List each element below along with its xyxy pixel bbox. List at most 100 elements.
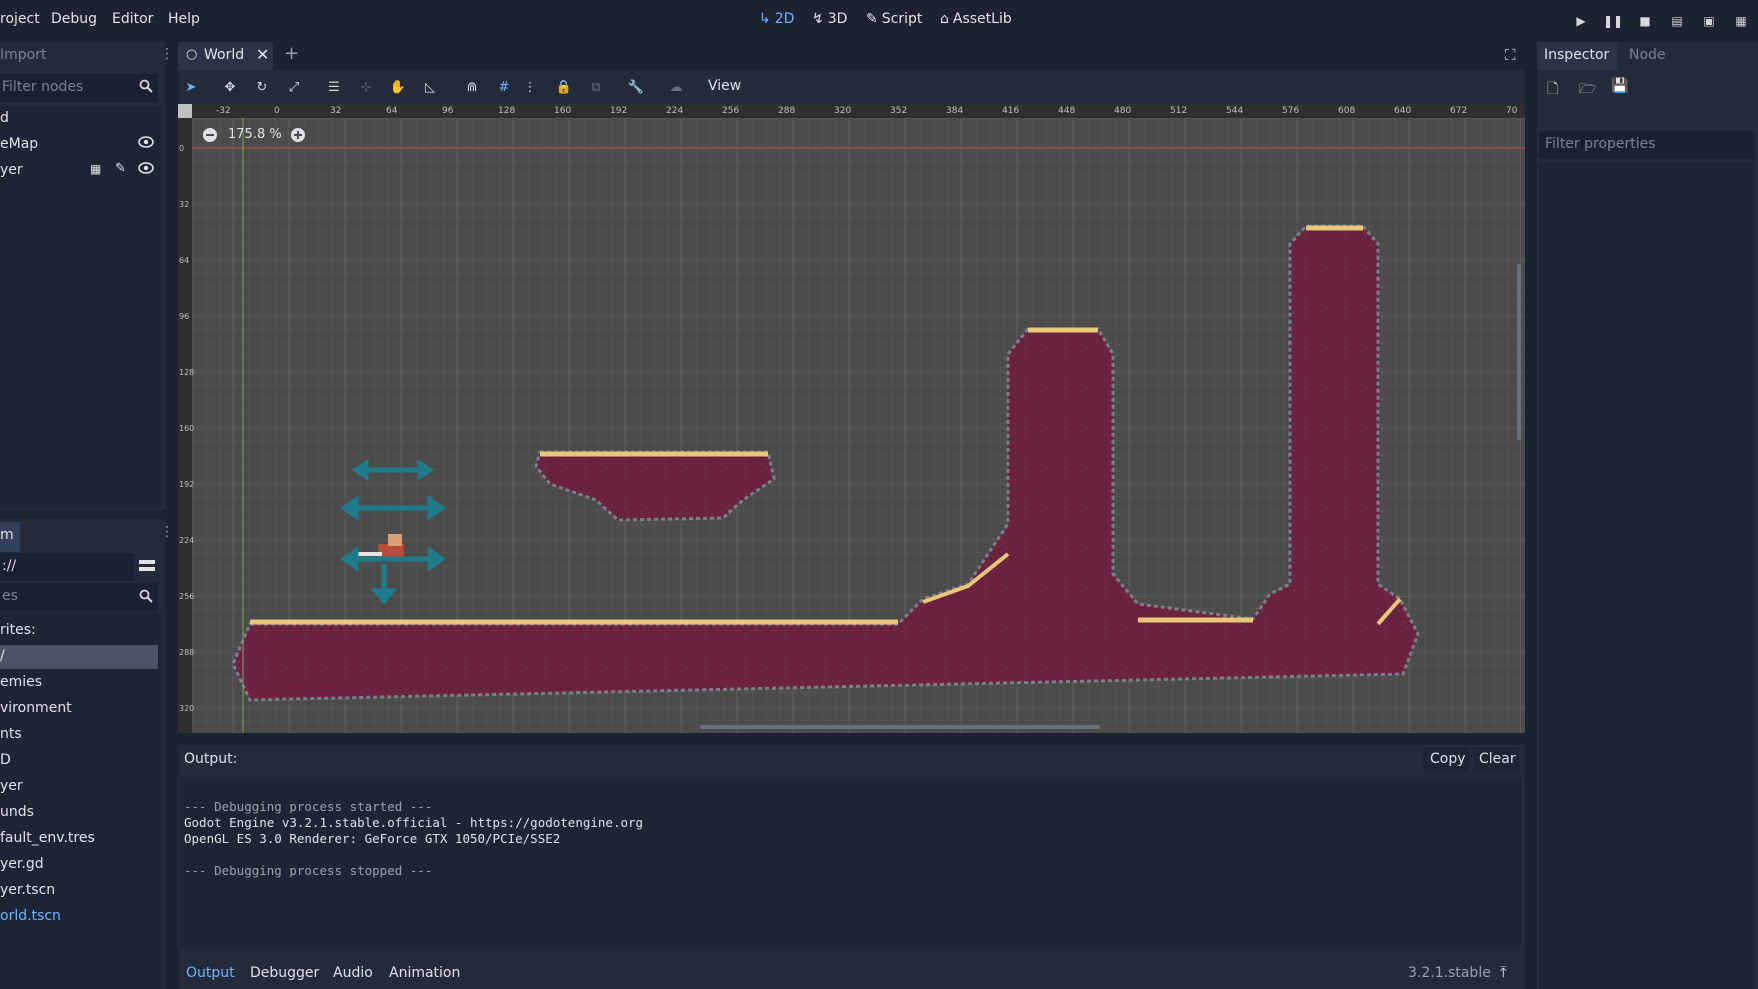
filesystem-tab[interactable]: m — [0, 522, 20, 552]
tab-inspector[interactable]: Inspector — [1537, 42, 1617, 70]
select-tool-icon[interactable]: ➤ — [181, 77, 201, 97]
list-item[interactable]: unds — [0, 804, 34, 820]
skeleton-icon[interactable]: 🔧 — [626, 77, 646, 97]
list-item-active[interactable]: orld.tscn — [0, 908, 61, 924]
play-custom-scene-icon[interactable]: ▦ — [1732, 12, 1750, 30]
list-item[interactable]: yer — [0, 778, 23, 794]
ruler-tick-label: 640 — [1394, 106, 1412, 116]
tab-inspector-label: Inspector — [1544, 47, 1610, 63]
move-tool-icon[interactable]: ✥ — [220, 77, 240, 97]
stop-icon[interactable]: ■ — [1636, 12, 1654, 30]
menu-project[interactable]: roject — [0, 11, 40, 27]
ruler-tick-label: 352 — [890, 106, 908, 116]
distraction-free-icon[interactable]: ⛶ — [1505, 46, 1516, 64]
dock-menu-icon[interactable]: ⋮ — [160, 524, 174, 540]
list-item[interactable]: emies — [0, 674, 42, 690]
menu-debug[interactable]: Debug — [51, 11, 97, 27]
list-select-icon[interactable]: ☰ — [324, 77, 344, 97]
script-attached-icon[interactable]: ✎ — [115, 161, 126, 176]
group-icon[interactable]: ⧉ — [586, 77, 606, 97]
grid-snap-icon[interactable]: # — [494, 77, 514, 97]
menu-help[interactable]: Help — [168, 11, 200, 27]
snap-options-icon[interactable]: ⋮ — [520, 77, 540, 97]
lock-icon[interactable]: 🔒 — [554, 77, 574, 97]
open-folder-icon[interactable]: 🗁 — [1579, 78, 1596, 102]
zoom-out-icon[interactable] — [202, 127, 218, 143]
new-resource-icon[interactable]: 🗋 — [1547, 78, 1558, 102]
save-icon[interactable]: 💾 — [1611, 78, 1628, 94]
mode-3d-label: 3D — [827, 11, 848, 27]
visibility-eye-icon[interactable] — [138, 136, 154, 148]
expand-panel-icon[interactable]: ⤒ — [1500, 963, 1507, 981]
mode-assetlib-button[interactable]: ⌂ AssetLib — [940, 11, 1012, 27]
list-item[interactable]: vironment — [0, 700, 72, 716]
tab-debugger[interactable]: Debugger — [250, 965, 319, 981]
list-item[interactable]: / — [0, 648, 5, 664]
list-item[interactable]: nts — [0, 726, 22, 742]
file-search-input[interactable]: es — [0, 583, 158, 611]
vertical-scrollbar[interactable] — [1517, 264, 1521, 440]
mode-3d-button[interactable]: ↯ 3D — [812, 11, 847, 27]
mode-script-button[interactable]: ✎ Script — [866, 11, 922, 27]
rotate-tool-icon[interactable]: ↻ — [252, 77, 272, 97]
ruler-tick-label: 512 — [1170, 106, 1188, 116]
tab-animation[interactable]: Animation — [389, 965, 460, 981]
pivot-icon[interactable]: ⊹ — [356, 77, 376, 97]
property-list — [1539, 162, 1754, 989]
version-label: 3.2.1.stable — [1408, 965, 1491, 981]
tab-audio[interactable]: Audio — [333, 965, 373, 981]
tab-world[interactable]: ○ World ✕ — [178, 42, 273, 70]
view-menu[interactable]: View — [708, 78, 741, 94]
tab-output[interactable]: Output — [186, 965, 235, 981]
pan-tool-icon[interactable]: ✋ — [388, 77, 408, 97]
path-field[interactable]: :// — [0, 553, 134, 581]
filter-properties-placeholder: Filter properties — [1545, 136, 1656, 152]
zoom-in-icon[interactable] — [290, 127, 306, 143]
tree-item-player[interactable]: yer — [0, 162, 23, 178]
play-scene-icon[interactable]: ▣ — [1700, 12, 1718, 30]
clear-button-label: Clear — [1479, 751, 1516, 767]
snap-toggle-icon[interactable]: ⋒ — [462, 77, 482, 97]
camera-override-icon[interactable]: ☁ — [666, 77, 686, 97]
selected-row-highlight — [0, 645, 158, 669]
ruler-tick-label: 256 — [722, 106, 740, 116]
open-scene-icon[interactable]: ▦ — [90, 162, 101, 176]
mode-2d-button[interactable]: ↳ 2D — [759, 11, 794, 27]
mode-assetlib-label: AssetLib — [952, 11, 1012, 27]
pause-icon[interactable]: ❚❚ — [1603, 12, 1623, 30]
dock-menu-icon[interactable]: ⋮ — [160, 46, 174, 62]
clear-button[interactable]: Clear — [1473, 747, 1519, 773]
log-line: --- Debugging process started --- — [184, 799, 433, 814]
remote-debug-icon[interactable]: ▤ — [1668, 12, 1686, 30]
search-icon — [139, 79, 153, 93]
copy-button[interactable]: Copy — [1423, 747, 1469, 773]
scale-tool-icon[interactable]: ⤢ — [284, 77, 304, 97]
zoom-level[interactable]: 175.8 % — [228, 127, 282, 142]
ruler-tick-label: 192 — [610, 106, 628, 116]
tree-item-world[interactable]: d — [0, 110, 9, 126]
split-mode-icon[interactable] — [138, 558, 156, 574]
list-item[interactable]: D — [0, 752, 11, 768]
canvas-viewport[interactable]: -32 0 32 64 96 128 160 192 224 256 288 3… — [178, 104, 1525, 733]
filter-nodes-input[interactable]: Filter nodes — [0, 74, 158, 102]
tab-node[interactable]: Node — [1629, 47, 1666, 63]
visibility-eye-icon[interactable] — [138, 162, 154, 174]
scene-tabs-bar — [178, 42, 1525, 70]
add-tab-icon[interactable]: + — [284, 43, 299, 64]
ruler-tool-icon[interactable]: ◺ — [420, 77, 440, 97]
tree-item-tilemap[interactable]: eMap — [0, 136, 38, 152]
list-item[interactable]: yer.gd — [0, 856, 44, 872]
import-tab[interactable]: Import — [0, 47, 46, 63]
path-value: :// — [2, 558, 17, 574]
horizontal-scrollbar[interactable] — [700, 725, 1100, 729]
close-icon[interactable]: ✕ — [256, 45, 269, 64]
assetlib-icon: ⌂ — [940, 11, 949, 27]
list-item[interactable]: fault_env.tres — [0, 830, 95, 846]
list-item[interactable]: yer.tscn — [0, 882, 55, 898]
ruler-tick-label: 70 — [1506, 106, 1518, 116]
play-icon[interactable]: ▶ — [1572, 12, 1590, 30]
file-search-placeholder: es — [2, 588, 18, 604]
filter-properties-input[interactable]: Filter properties — [1539, 131, 1754, 159]
ruler-tick-label: 160 — [554, 106, 572, 116]
menu-editor[interactable]: Editor — [112, 11, 153, 27]
